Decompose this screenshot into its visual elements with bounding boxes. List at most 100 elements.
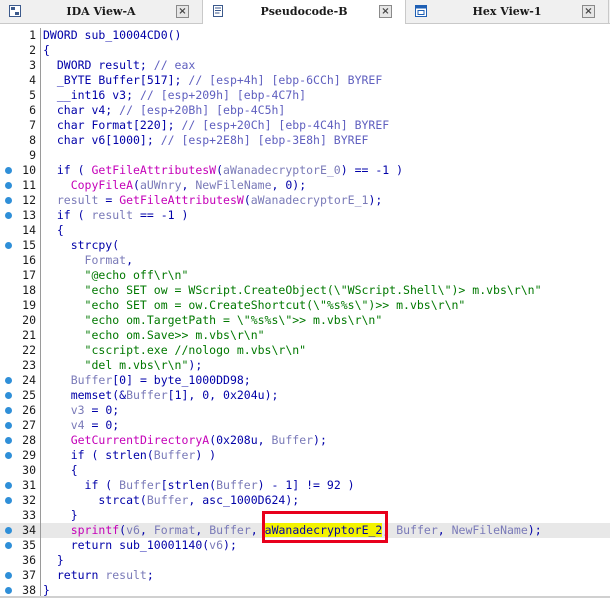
code-line[interactable]: 36 }: [0, 553, 610, 568]
code-token[interactable]: Buffer: [396, 523, 438, 537]
code-token[interactable]: result: [105, 568, 147, 582]
code-line[interactable]: 10 if ( GetFileAttributesW(aWanadecrypto…: [0, 163, 610, 178]
code-line[interactable]: 13 if ( result == -1 ): [0, 208, 610, 223]
code-line[interactable]: 1 DWORD sub_10004CD0(): [0, 28, 610, 43]
code-text[interactable]: "echo SET om = ow.CreateShortcut(\"%s%s\…: [43, 298, 466, 313]
code-token[interactable]: v3: [71, 403, 85, 417]
breakpoint-dot-icon[interactable]: [5, 482, 12, 489]
code-token[interactable]: Buffer: [147, 493, 189, 507]
code-token[interactable]: aWanadecryptorE_1: [251, 193, 369, 207]
code-text[interactable]: char Format[220]; // [esp+20Ch] [ebp-4C4…: [43, 118, 389, 133]
code-token[interactable]: result: [91, 208, 133, 222]
code-token[interactable]: Buffer: [126, 388, 168, 402]
code-token[interactable]: result: [57, 193, 99, 207]
breakpoint-dot-icon[interactable]: [5, 182, 12, 189]
code-token[interactable]: sprintf: [71, 523, 119, 537]
code-line[interactable]: 29 if ( strlen(Buffer) ): [0, 448, 610, 463]
code-line[interactable]: 12 result = GetFileAttributesW(aWanadecr…: [0, 193, 610, 208]
code-text[interactable]: "echo SET ow = WScript.CreateObject(\"WS…: [43, 283, 542, 298]
breakpoint-dot-icon[interactable]: [5, 497, 12, 504]
breakpoint-dot-icon[interactable]: [5, 167, 12, 174]
breakpoint-dot-icon[interactable]: [5, 377, 12, 384]
code-token[interactable]: NewFileName: [195, 178, 271, 192]
code-line[interactable]: 7 char Format[220]; // [esp+20Ch] [ebp-4…: [0, 118, 610, 133]
code-line[interactable]: 17 "@echo off\r\n": [0, 268, 610, 283]
code-text[interactable]: {: [43, 43, 50, 58]
code-token[interactable]: Format: [85, 253, 127, 267]
code-text[interactable]: {: [43, 223, 64, 238]
code-text[interactable]: {: [43, 463, 78, 478]
code-line[interactable]: 20 "echo om.TargetPath = \"%s%s\">> m.vb…: [0, 313, 610, 328]
code-text[interactable]: Buffer[0] = byte_1000DD98;: [43, 373, 251, 388]
code-text[interactable]: "echo om.Save>> m.vbs\r\n": [43, 328, 265, 343]
code-line[interactable]: 30 {: [0, 463, 610, 478]
code-text[interactable]: char v4; // [esp+20Bh] [ebp-4C5h]: [43, 103, 286, 118]
close-icon[interactable]: ×: [176, 5, 189, 18]
code-line[interactable]: 6 char v4; // [esp+20Bh] [ebp-4C5h]: [0, 103, 610, 118]
code-text[interactable]: CopyFileA(aUWnry, NewFileName, 0);: [43, 178, 306, 193]
code-text[interactable]: }: [43, 553, 64, 568]
code-token[interactable]: v4: [71, 418, 85, 432]
breakpoint-dot-icon[interactable]: [5, 572, 12, 579]
code-line[interactable]: 27 v4 = 0;: [0, 418, 610, 433]
code-line[interactable]: 19 "echo SET om = ow.CreateShortcut(\"%s…: [0, 298, 610, 313]
tab-hex-view-1[interactable]: Hex View-1 ×: [406, 0, 609, 24]
code-text[interactable]: strcpy(: [43, 238, 119, 253]
code-text[interactable]: __int16 v3; // [esp+209h] [ebp-4C7h]: [43, 88, 306, 103]
code-text[interactable]: "@echo off\r\n": [43, 268, 189, 283]
code-line[interactable]: 16 Format,: [0, 253, 610, 268]
close-icon[interactable]: ×: [582, 5, 595, 18]
code-text[interactable]: "echo om.TargetPath = \"%s%s\">> m.vbs\r…: [43, 313, 383, 328]
code-text[interactable]: return sub_10001140(v6);: [43, 538, 237, 553]
code-line[interactable]: 8 char v6[1000]; // [esp+2E8h] [ebp-3E8h…: [0, 133, 610, 148]
code-line[interactable]: 5 __int16 v3; // [esp+209h] [ebp-4C7h]: [0, 88, 610, 103]
code-text[interactable]: if ( Buffer[strlen(Buffer) - 1] != 92 ): [43, 478, 355, 493]
code-text[interactable]: if ( GetFileAttributesW(aWanadecryptorE_…: [43, 163, 403, 178]
code-token[interactable]: Buffer: [216, 478, 258, 492]
code-token[interactable]: Buffer: [119, 478, 161, 492]
code-text[interactable]: v3 = 0;: [43, 403, 119, 418]
code-token[interactable]: aUWnry: [140, 178, 182, 192]
breakpoint-dot-icon[interactable]: [5, 197, 12, 204]
breakpoint-dot-icon[interactable]: [5, 452, 12, 459]
code-line[interactable]: 24 Buffer[0] = byte_1000DD98;: [0, 373, 610, 388]
breakpoint-dot-icon[interactable]: [5, 437, 12, 444]
code-text[interactable]: char v6[1000]; // [esp+2E8h] [ebp-3E8h] …: [43, 133, 369, 148]
code-text[interactable]: GetCurrentDirectoryA(0x208u, Buffer);: [43, 433, 327, 448]
code-token[interactable]: GetCurrentDirectoryA: [71, 433, 209, 447]
breakpoint-dot-icon[interactable]: [5, 212, 12, 219]
code-token[interactable]: Buffer: [209, 523, 251, 537]
code-text[interactable]: v4 = 0;: [43, 418, 119, 433]
close-icon[interactable]: ×: [379, 5, 392, 18]
code-line[interactable]: 3 DWORD result; // eax: [0, 58, 610, 73]
code-token[interactable]: v6: [126, 523, 140, 537]
code-text[interactable]: _BYTE Buffer[517]; // [esp+4h] [ebp-6CCh…: [43, 73, 382, 88]
code-token[interactable]: Buffer: [71, 373, 113, 387]
breakpoint-dot-icon[interactable]: [5, 407, 12, 414]
code-token[interactable]: v6: [209, 538, 223, 552]
code-token[interactable]: GetFileAttributesW: [119, 193, 244, 207]
code-text[interactable]: memset(&Buffer[1], 0, 0x204u);: [43, 388, 279, 403]
code-text[interactable]: }: [43, 508, 78, 523]
code-line[interactable]: 15 strcpy(: [0, 238, 610, 253]
code-token[interactable]: GetFileAttributesW: [91, 163, 216, 177]
code-line[interactable]: 11 CopyFileA(aUWnry, NewFileName, 0);: [0, 178, 610, 193]
code-line[interactable]: 32 strcat(Buffer, asc_1000D624);: [0, 493, 610, 508]
code-text[interactable]: strcat(Buffer, asc_1000D624);: [43, 493, 299, 508]
code-line[interactable]: 2{: [0, 43, 610, 58]
tab-pseudocode-b[interactable]: Pseudocode-B ×: [203, 0, 406, 25]
code-text[interactable]: if ( result == -1 ): [43, 208, 189, 223]
code-line[interactable]: 22 "cscript.exe //nologo m.vbs\r\n": [0, 343, 610, 358]
code-text[interactable]: DWORD result; // eax: [43, 58, 195, 73]
breakpoint-dot-icon[interactable]: [5, 542, 12, 549]
code-token[interactable]: Buffer: [272, 433, 314, 447]
code-line[interactable]: 21 "echo om.Save>> m.vbs\r\n": [0, 328, 610, 343]
code-line[interactable]: 26 v3 = 0;: [0, 403, 610, 418]
code-token[interactable]: Format: [154, 523, 196, 537]
code-token[interactable]: NewFileName: [452, 523, 528, 537]
code-token[interactable]: CopyFileA: [71, 178, 133, 192]
code-line[interactable]: 25 memset(&Buffer[1], 0, 0x204u);: [0, 388, 610, 403]
code-line[interactable]: 31 if ( Buffer[strlen(Buffer) - 1] != 92…: [0, 478, 610, 493]
code-text[interactable]: if ( strlen(Buffer) ): [43, 448, 216, 463]
breakpoint-dot-icon[interactable]: [5, 527, 12, 534]
